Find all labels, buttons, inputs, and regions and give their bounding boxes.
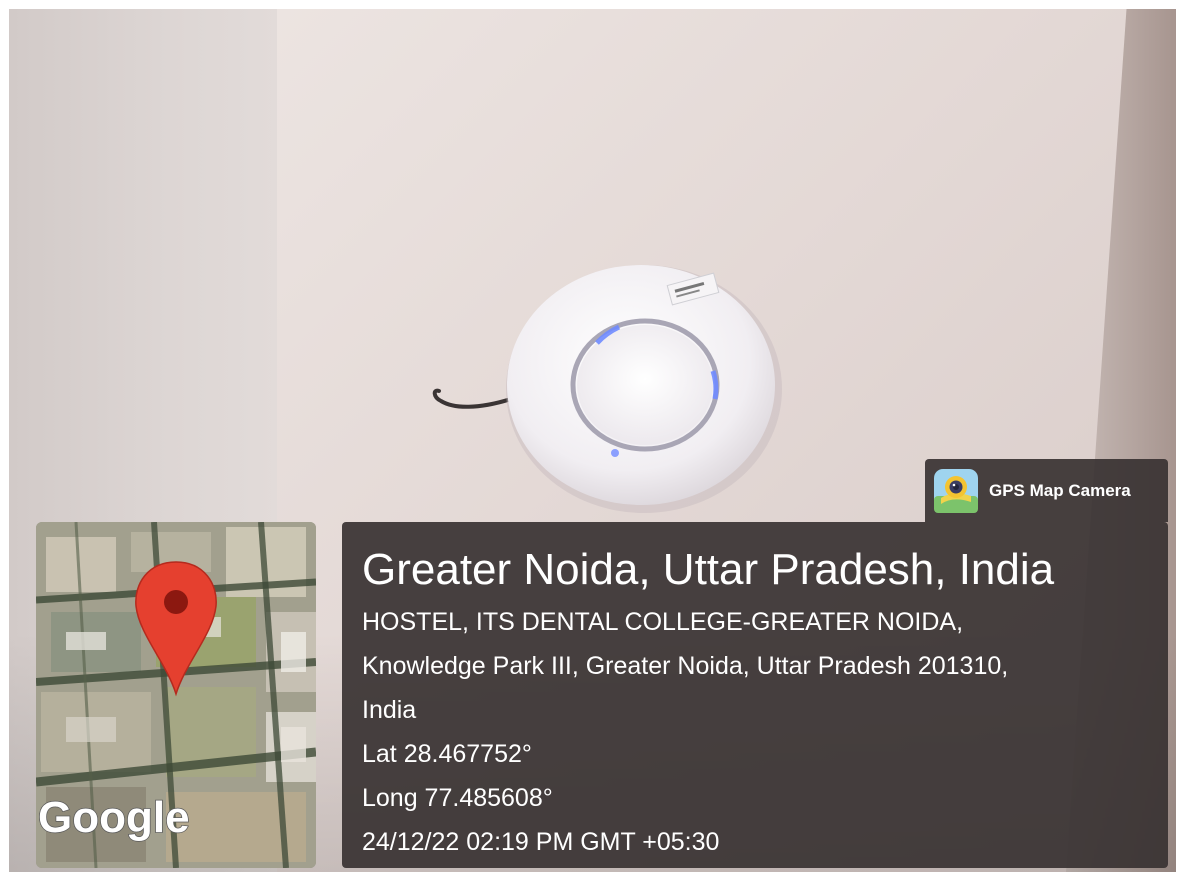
address-line-3: India <box>362 696 417 724</box>
app-badge: GPS Map Camera <box>925 459 1168 522</box>
map-thumbnail[interactable]: Google <box>36 522 316 868</box>
gps-map-camera-icon <box>934 468 978 513</box>
longitude: Long 77.485608° <box>362 784 553 812</box>
latitude: Lat 28.467752° <box>362 740 532 768</box>
location-info-panel: Greater Noida, Uttar Pradesh, India HOST… <box>342 522 1168 868</box>
datetime: 24/12/22 02:19 PM GMT +05:30 <box>362 828 720 856</box>
address-line-2: Knowledge Park III, Greater Noida, Uttar… <box>362 652 1009 680</box>
address-line-1: HOSTEL, ITS DENTAL COLLEGE-GREATER NOIDA… <box>362 608 964 636</box>
cable <box>432 388 513 409</box>
wifi-access-point <box>432 265 782 513</box>
app-name: GPS Map Camera <box>989 480 1131 500</box>
location-title: Greater Noida, Uttar Pradesh, India <box>362 545 1055 594</box>
google-logo: Google <box>38 793 190 842</box>
